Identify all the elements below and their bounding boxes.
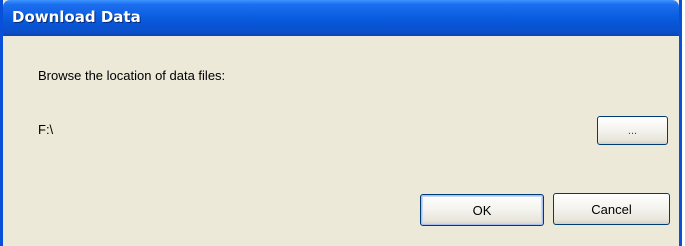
- title-bar[interactable]: Download Data: [3, 0, 679, 36]
- cancel-button-label: Cancel: [591, 201, 632, 217]
- cancel-button[interactable]: Cancel: [553, 193, 670, 225]
- ok-button-label: OK: [472, 202, 492, 218]
- dialog-title: Download Data: [12, 8, 141, 26]
- dialog-body: Browse the location of data files: F:\ .…: [3, 36, 679, 246]
- download-data-dialog: Download Data Browse the location of dat…: [0, 0, 682, 246]
- browse-button[interactable]: ...: [597, 116, 668, 145]
- browse-button-label: ...: [627, 124, 638, 137]
- ok-button[interactable]: OK: [420, 194, 544, 226]
- browse-prompt-label: Browse the location of data files:: [38, 68, 226, 83]
- path-value: F:\: [38, 122, 54, 137]
